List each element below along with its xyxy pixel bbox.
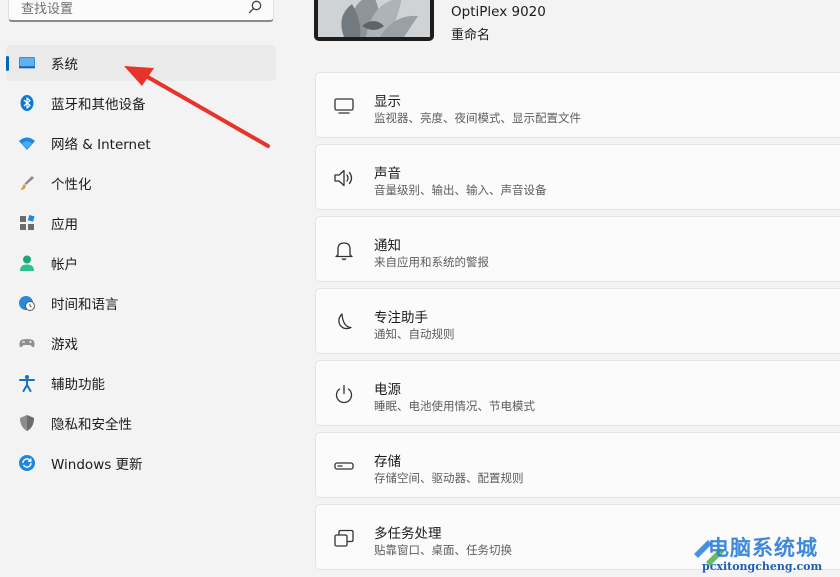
- card-storage[interactable]: 存储 存储空间、驱动器、配置规则: [315, 432, 840, 498]
- storage-icon: [334, 462, 354, 470]
- display-icon: [334, 98, 354, 114]
- power-icon: [335, 384, 353, 404]
- globe-clock-icon: [19, 296, 35, 311]
- card-subtitle: 监视器、亮度、夜间模式、显示配置文件: [374, 111, 581, 125]
- card-subtitle: 存储空间、驱动器、配置规则: [374, 471, 524, 485]
- update-icon: [19, 455, 35, 471]
- sidebar-item-apps[interactable]: 应用: [6, 205, 276, 241]
- apps-icon: [20, 214, 35, 230]
- device-name: OptiPlex 9020: [451, 4, 546, 20]
- shield-icon: [20, 415, 34, 431]
- bluetooth-icon: [20, 95, 34, 111]
- card-notifications[interactable]: 通知 来自应用和系统的警报: [315, 216, 840, 282]
- sidebar-item-label: 帐户: [51, 257, 78, 273]
- moon-icon: [338, 313, 352, 330]
- sidebar-item-accounts[interactable]: 帐户: [6, 245, 276, 281]
- sidebar-item-gaming[interactable]: 游戏: [6, 325, 276, 361]
- card-sound[interactable]: 声音 音量级别、输出、输入、声音设备: [315, 144, 840, 210]
- rename-link[interactable]: 重命名: [451, 24, 490, 43]
- watermark: 电脑系统城 pcxitongcheng.com: [690, 528, 840, 577]
- sidebar-item-personalization[interactable]: 个性化: [6, 165, 276, 201]
- card-title: 电源: [374, 382, 401, 398]
- wifi-icon: [19, 137, 35, 150]
- sidebar-item-label: Windows 更新: [51, 457, 143, 473]
- card-title: 专注助手: [374, 310, 428, 326]
- multitask-icon: [334, 529, 354, 547]
- gamepad-icon: [19, 339, 35, 348]
- search-icon[interactable]: [247, 0, 263, 15]
- card-title: 通知: [374, 238, 401, 254]
- search-input[interactable]: [19, 0, 243, 20]
- watermark-url: pcxitongcheng.com: [702, 560, 823, 573]
- sidebar-item-label: 应用: [51, 217, 78, 233]
- sidebar-item-label: 辅助功能: [51, 377, 105, 393]
- card-subtitle: 睡眠、电池使用情况、节电模式: [374, 399, 535, 413]
- sidebar-item-label: 系统: [51, 57, 78, 73]
- person-icon: [20, 255, 34, 271]
- card-subtitle: 来自应用和系统的警报: [374, 255, 489, 269]
- sidebar-item-label: 游戏: [51, 337, 78, 353]
- sidebar-item-windows-update[interactable]: Windows 更新: [6, 445, 276, 481]
- card-display[interactable]: 显示 监视器、亮度、夜间模式、显示配置文件: [315, 72, 840, 138]
- device-wallpaper-thumbnail: [314, 0, 434, 41]
- watermark-title: 电脑系统城: [708, 536, 818, 560]
- card-focus-assist[interactable]: 专注助手 通知、自动规则: [315, 288, 840, 354]
- speaker-icon: [334, 169, 353, 187]
- bell-icon: [335, 242, 353, 261]
- system-settings-list: 显示 监视器、亮度、夜间模式、显示配置文件 声音 音量级别、输出、输入、声音设备…: [315, 72, 840, 576]
- card-subtitle: 通知、自动规则: [374, 327, 455, 341]
- sidebar-item-label: 时间和语言: [51, 297, 119, 313]
- search-box[interactable]: [8, 0, 274, 22]
- brush-icon: [20, 176, 34, 190]
- monitor-icon: [19, 57, 35, 69]
- sidebar-item-accessibility[interactable]: 辅助功能: [6, 365, 276, 401]
- accessibility-icon: [19, 375, 35, 392]
- card-title: 显示: [374, 94, 401, 110]
- card-subtitle: 贴靠窗口、桌面、任务切换: [374, 543, 512, 557]
- sidebar-item-time-language[interactable]: 时间和语言: [6, 285, 276, 321]
- card-title: 声音: [374, 166, 401, 182]
- sidebar-item-label: 个性化: [51, 177, 92, 193]
- sidebar-item-label: 隐私和安全性: [51, 417, 132, 433]
- card-title: 存储: [374, 454, 401, 470]
- card-power[interactable]: 电源 睡眠、电池使用情况、节电模式: [315, 360, 840, 426]
- wallpaper-bloom-image: [318, 0, 430, 37]
- card-subtitle: 音量级别、输出、输入、声音设备: [374, 183, 547, 197]
- annotation-arrow: [124, 66, 270, 148]
- card-title: 多任务处理: [374, 526, 442, 542]
- sidebar-item-privacy[interactable]: 隐私和安全性: [6, 405, 276, 441]
